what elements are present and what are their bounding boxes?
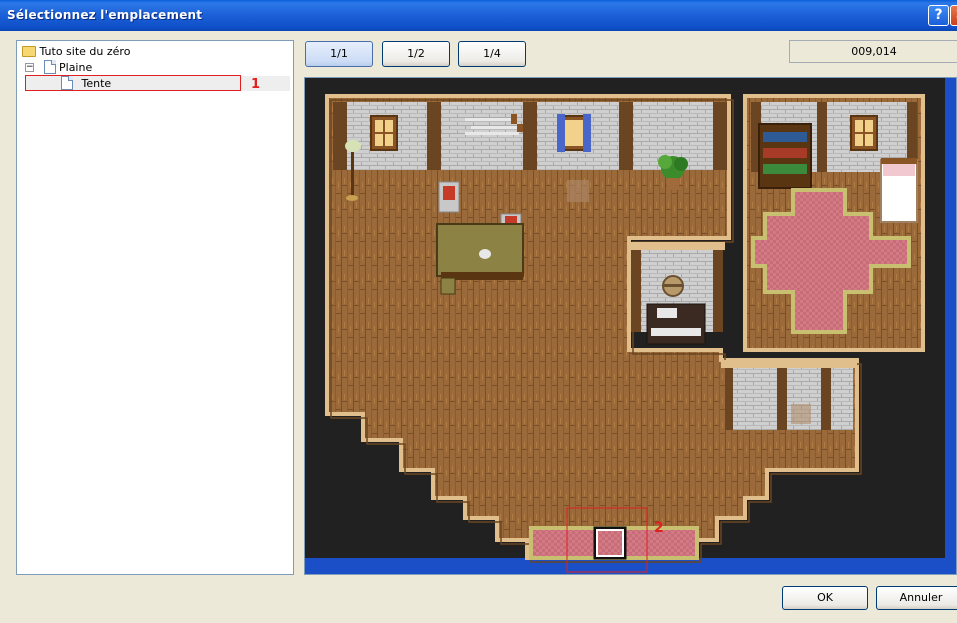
map-canvas[interactable]: 2 bbox=[305, 78, 957, 575]
window-sprite bbox=[850, 115, 878, 151]
folder-icon bbox=[22, 45, 36, 57]
tree-item-label: Tuto site du zéro bbox=[39, 45, 131, 58]
wall-pillar bbox=[725, 368, 733, 430]
alcove-trim bbox=[629, 242, 725, 250]
annotation-number-2: 2 bbox=[654, 520, 664, 536]
map-edge-right bbox=[945, 78, 956, 558]
wall-pillar bbox=[427, 102, 441, 170]
collapse-icon[interactable]: − bbox=[25, 62, 34, 72]
document-icon bbox=[43, 60, 56, 74]
window-title: Sélectionnez l'emplacement bbox=[7, 8, 203, 22]
event-marker bbox=[567, 180, 589, 202]
tree-item-label: Plaine bbox=[59, 61, 93, 74]
window-sprite bbox=[370, 115, 398, 151]
tree-item-plaine[interactable]: − Plaine bbox=[25, 60, 92, 76]
bookshelf-sprite bbox=[758, 123, 812, 189]
entrance-carpet bbox=[529, 526, 699, 560]
tree-item-root[interactable]: Tuto site du zéro bbox=[22, 44, 130, 60]
close-button[interactable]: ✕ bbox=[950, 5, 957, 26]
help-button[interactable]: ? bbox=[928, 5, 949, 26]
map-view[interactable]: 2 bbox=[304, 77, 957, 575]
chair-sprite bbox=[438, 181, 460, 213]
shield-sprite bbox=[662, 275, 684, 297]
wall-pillar bbox=[713, 250, 723, 332]
zoom-1-1-button[interactable]: 1/1 bbox=[305, 41, 373, 67]
zoom-1-2-button[interactable]: 1/2 bbox=[382, 41, 450, 67]
piano-sprite bbox=[646, 303, 706, 345]
wall-pillar bbox=[523, 102, 537, 170]
wall-pillar bbox=[333, 102, 347, 170]
map-tree[interactable]: Tuto site du zéro − Plaine Tente 1 bbox=[16, 40, 294, 575]
cancel-button[interactable]: Annuler bbox=[876, 586, 957, 610]
event-marker bbox=[791, 404, 811, 424]
dialog-body: Tuto site du zéro − Plaine Tente 1 1/1 1… bbox=[0, 31, 957, 623]
annotation-box-1 bbox=[25, 75, 241, 91]
bed-sprite bbox=[880, 158, 918, 223]
coordinates-display: 009,014 bbox=[789, 40, 957, 63]
zoom-1-4-button[interactable]: 1/4 bbox=[458, 41, 526, 67]
annotation-number-1: 1 bbox=[251, 77, 261, 92]
title-bar[interactable]: Sélectionnez l'emplacement ? ✕ bbox=[0, 0, 957, 31]
wall-pillar bbox=[631, 250, 641, 332]
wall-pillar bbox=[817, 102, 827, 172]
curtain-window-sprite bbox=[557, 114, 591, 152]
wall-pillar bbox=[619, 102, 633, 170]
room-trim bbox=[721, 360, 857, 368]
wall-pillar bbox=[821, 368, 831, 430]
wall-pillar bbox=[777, 368, 787, 430]
wall-pillar bbox=[713, 102, 727, 170]
side-room-wall bbox=[725, 368, 853, 430]
ok-button[interactable]: OK bbox=[782, 586, 868, 610]
